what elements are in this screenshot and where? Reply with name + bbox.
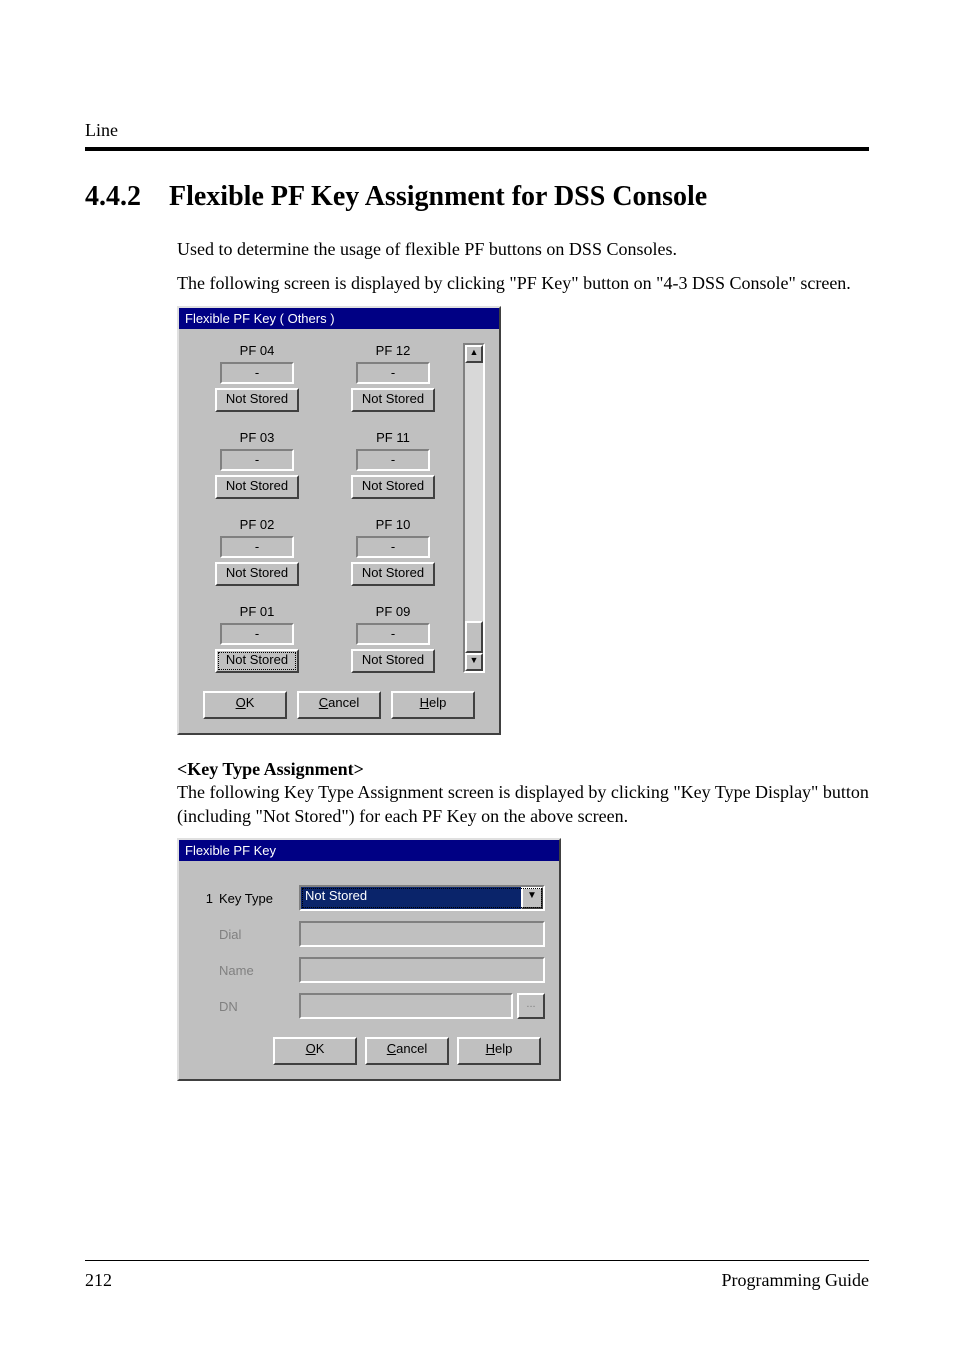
pf-key-type-button[interactable]: Not Stored: [351, 562, 435, 586]
cancel-rest: ancel: [396, 1041, 427, 1056]
pf-key-label: PF 04: [193, 343, 321, 358]
ok-mnemonic: O: [306, 1041, 316, 1056]
ok-button[interactable]: OK: [203, 691, 287, 719]
pf-key-value: -: [220, 623, 294, 645]
help-rest: elp: [495, 1041, 512, 1056]
pf-grid-scrollbar[interactable]: ▲ ▼: [463, 343, 485, 673]
pf-key-label: PF 03: [193, 430, 321, 445]
pf-key-cell: PF 11 - Not Stored: [329, 430, 457, 499]
pf-key-value: -: [356, 362, 430, 384]
doc-title: Programming Guide: [722, 1270, 869, 1291]
cancel-mnemonic: C: [319, 695, 328, 710]
dn-input[interactable]: [299, 993, 513, 1019]
header-rule: [85, 147, 869, 151]
pf-key-cell: PF 02 - Not Stored: [193, 517, 321, 586]
intro-line-1: Used to determine the usage of flexible …: [177, 237, 869, 261]
pf-key-cell: PF 03 - Not Stored: [193, 430, 321, 499]
page-number: 212: [85, 1270, 112, 1291]
key-type-value: Not Stored: [301, 887, 521, 909]
help-button[interactable]: Help: [457, 1037, 541, 1065]
section-number: 4.4.2: [85, 181, 141, 213]
flexible-pf-key-dialog: Flexible PF Key 1 Key Type Not Stored ▼ …: [177, 838, 561, 1081]
pf-key-label: PF 11: [329, 430, 457, 445]
dial-input[interactable]: [299, 921, 545, 947]
name-label: Name: [219, 963, 299, 978]
help-rest: elp: [429, 695, 446, 710]
scroll-track[interactable]: [465, 363, 483, 653]
pf-key-cell: PF 10 - Not Stored: [329, 517, 457, 586]
ok-button[interactable]: OK: [273, 1037, 357, 1065]
cancel-button[interactable]: Cancel: [365, 1037, 449, 1065]
dialog1-titlebar: Flexible PF Key ( Others ): [179, 308, 499, 329]
pf-key-type-button[interactable]: Not Stored: [351, 388, 435, 412]
intro-line-2: The following screen is displayed by cli…: [177, 271, 869, 295]
section-heading: 4.4.2 Flexible PF Key Assignment for DSS…: [85, 181, 869, 213]
row-number: 1: [193, 891, 213, 906]
pf-key-value: -: [220, 536, 294, 558]
pf-key-type-button[interactable]: Not Stored: [215, 649, 299, 673]
section-title: Flexible PF Key Assignment for DSS Conso…: [169, 181, 707, 213]
key-type-combo[interactable]: Not Stored ▼: [299, 885, 545, 911]
footer-rule: [85, 1260, 869, 1261]
key-type-assignment-heading: <Key Type Assignment>: [177, 759, 869, 780]
pf-key-grid: PF 04 - Not Stored PF 12 - Not Stored PF 03 - No…: [193, 343, 457, 673]
pf-key-type-button[interactable]: Not Stored: [351, 649, 435, 673]
pf-key-cell: PF 01 - Not Stored: [193, 604, 321, 673]
ok-mnemonic: O: [236, 695, 246, 710]
name-input[interactable]: [299, 957, 545, 983]
dn-label: DN: [219, 999, 299, 1014]
pf-key-cell: PF 09 - Not Stored: [329, 604, 457, 673]
pf-key-label: PF 02: [193, 517, 321, 532]
ok-rest: K: [316, 1041, 325, 1056]
cancel-mnemonic: C: [387, 1041, 396, 1056]
dialog2-titlebar: Flexible PF Key: [179, 840, 559, 861]
chevron-down-icon[interactable]: ▼: [521, 887, 543, 909]
pf-key-label: PF 10: [329, 517, 457, 532]
pf-key-label: PF 01: [193, 604, 321, 619]
ok-rest: K: [246, 695, 255, 710]
pf-key-value: -: [356, 536, 430, 558]
pf-key-label: PF 09: [329, 604, 457, 619]
pf-key-type-button[interactable]: Not Stored: [215, 388, 299, 412]
help-mnemonic: H: [486, 1041, 495, 1056]
dial-label: Dial: [219, 927, 299, 942]
pf-key-type-button[interactable]: Not Stored: [351, 475, 435, 499]
pf-key-type-button[interactable]: Not Stored: [215, 562, 299, 586]
pf-key-cell: PF 12 - Not Stored: [329, 343, 457, 412]
flexible-pf-key-others-dialog: Flexible PF Key ( Others ) PF 04 - Not Sto…: [177, 306, 501, 735]
scroll-down-button[interactable]: ▼: [465, 653, 483, 671]
page-header-label: Line: [85, 120, 869, 141]
scroll-up-button[interactable]: ▲: [465, 345, 483, 363]
pf-key-label: PF 12: [329, 343, 457, 358]
pf-key-cell: PF 04 - Not Stored: [193, 343, 321, 412]
cancel-button[interactable]: Cancel: [297, 691, 381, 719]
pf-key-value: -: [220, 362, 294, 384]
pf-key-type-button[interactable]: Not Stored: [215, 475, 299, 499]
scroll-thumb[interactable]: [465, 621, 483, 653]
key-type-label: Key Type: [219, 891, 299, 906]
dn-browse-button[interactable]: ...: [517, 993, 545, 1019]
pf-key-value: -: [356, 623, 430, 645]
help-mnemonic: H: [420, 695, 429, 710]
key-type-assignment-text: The following Key Type Assignment screen…: [177, 780, 869, 829]
help-button[interactable]: Help: [391, 691, 475, 719]
pf-key-value: -: [356, 449, 430, 471]
cancel-rest: ancel: [328, 695, 359, 710]
pf-key-value: -: [220, 449, 294, 471]
